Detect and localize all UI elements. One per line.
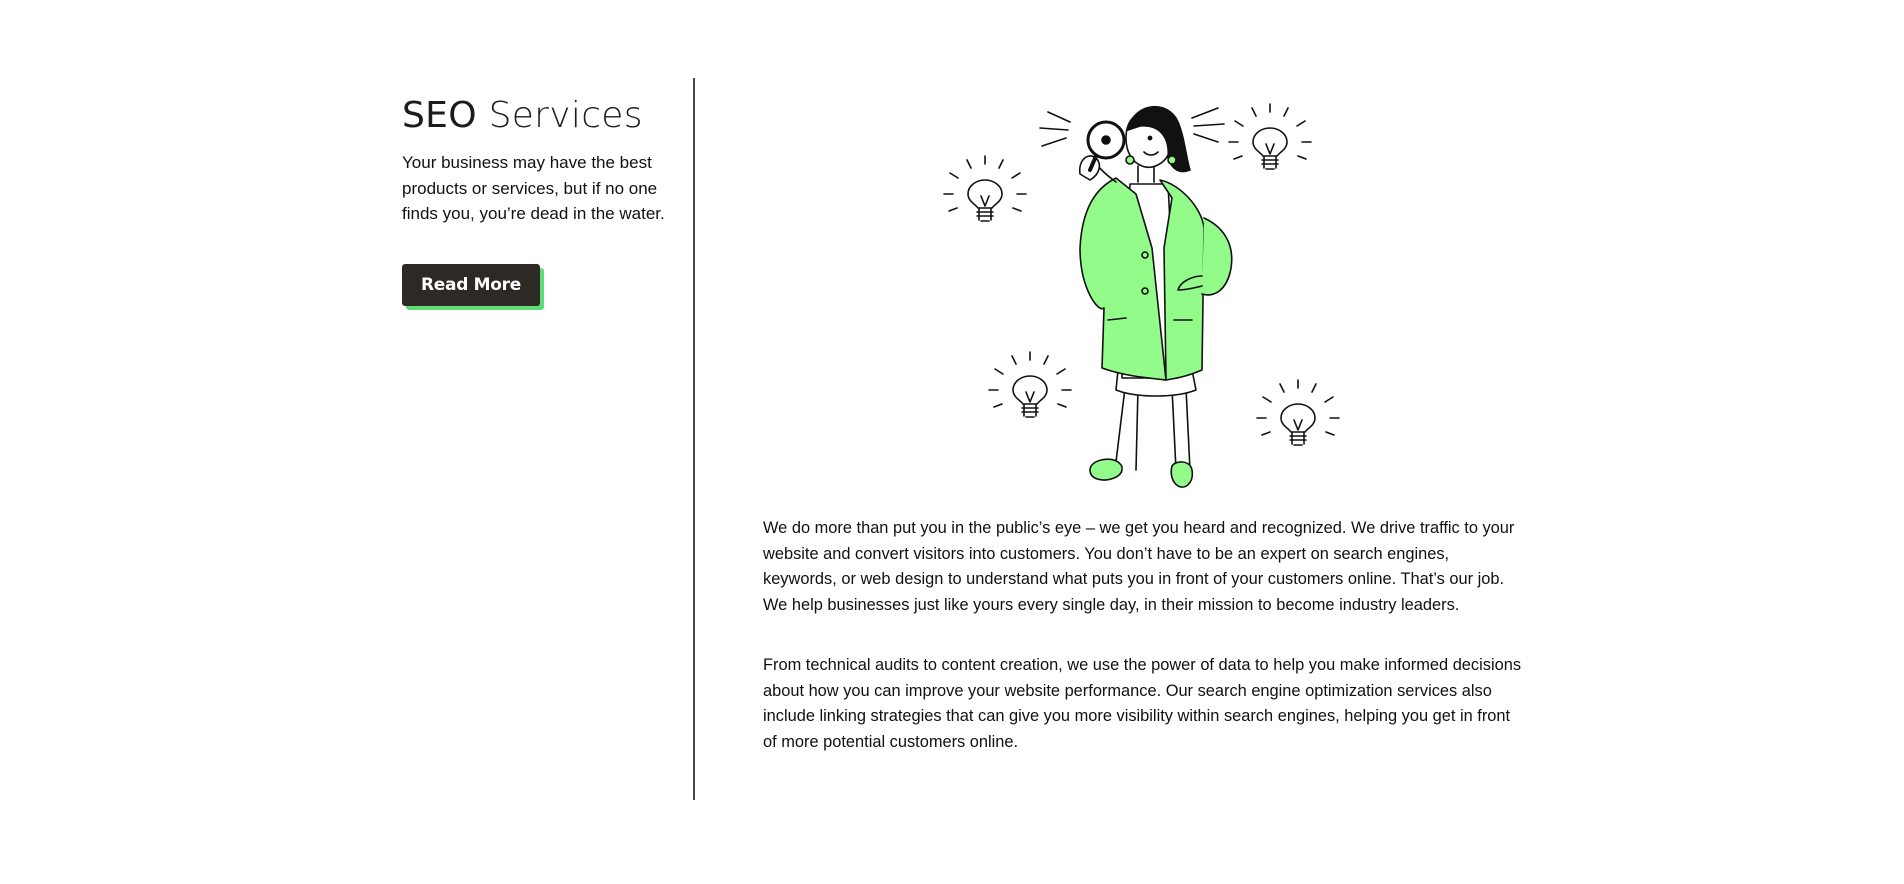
lightbulb-icon bbox=[1228, 103, 1312, 170]
lightbulb-icon bbox=[943, 155, 1027, 222]
lightbulb-icon bbox=[1256, 379, 1340, 446]
seo-intro-column: SEO Services Your business may have the … bbox=[402, 92, 672, 227]
lightbulb-icon bbox=[988, 351, 1072, 418]
page-title: SEO Services bbox=[402, 92, 672, 140]
seo-body-column: We do more than put you in the public’s … bbox=[763, 516, 1523, 756]
body-paragraph: We do more than put you in the public’s … bbox=[763, 519, 1515, 615]
body-paragraph: From technical audits to content creatio… bbox=[763, 655, 1522, 751]
vertical-divider bbox=[693, 78, 695, 800]
woman-figure bbox=[1078, 106, 1233, 488]
title-services: Services bbox=[476, 95, 643, 136]
read-more-button[interactable]: Read More bbox=[402, 264, 540, 306]
title-seo: SEO bbox=[402, 95, 477, 136]
intro-text: Your business may have the best products… bbox=[402, 153, 665, 223]
seo-illustration bbox=[943, 103, 1340, 488]
